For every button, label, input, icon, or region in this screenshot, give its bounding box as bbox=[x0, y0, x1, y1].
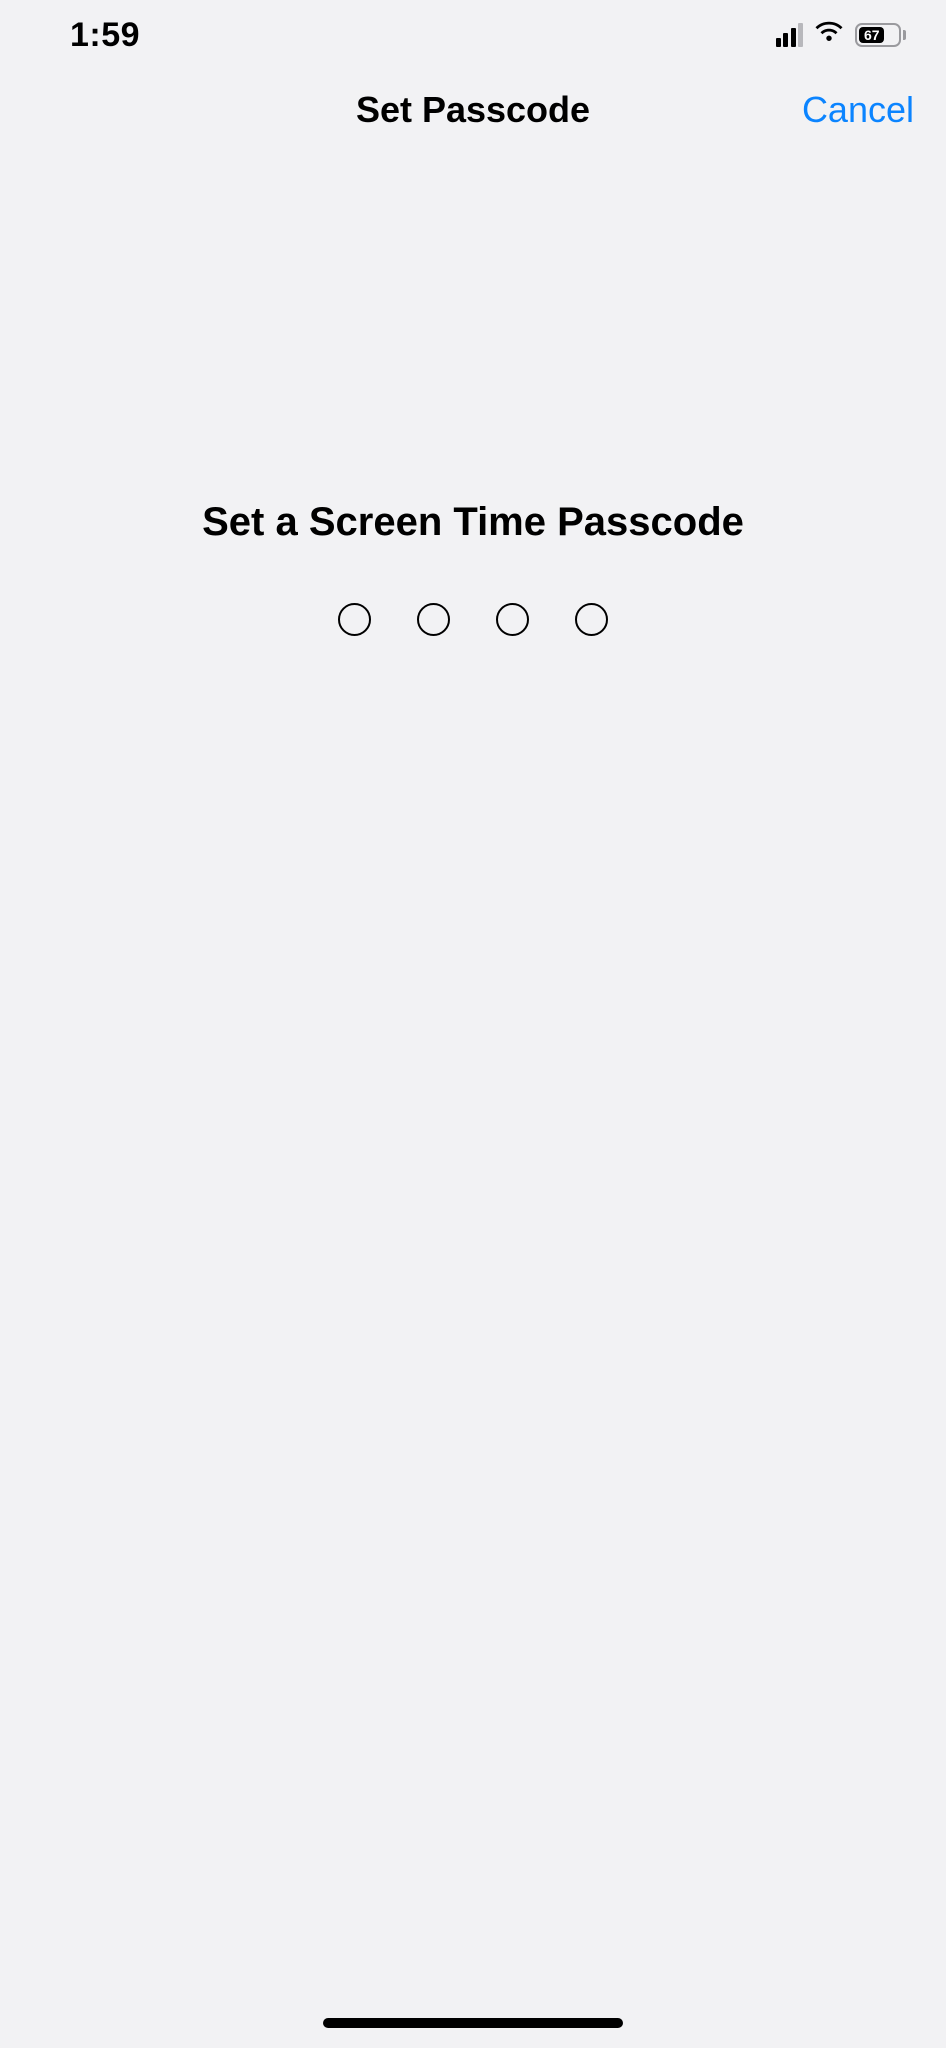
status-time: 1:59 bbox=[70, 16, 140, 55]
passcode-dot-4 bbox=[575, 603, 608, 636]
content-area: Set a Screen Time Passcode bbox=[0, 150, 946, 636]
cancel-button[interactable]: Cancel bbox=[802, 89, 914, 131]
home-indicator[interactable] bbox=[323, 2018, 623, 2028]
battery-level: 67 bbox=[864, 27, 880, 43]
navigation-bar: Set Passcode Cancel bbox=[0, 70, 946, 150]
passcode-dot-2 bbox=[417, 603, 450, 636]
cellular-icon bbox=[776, 23, 804, 47]
status-icons: 67 bbox=[776, 21, 907, 50]
passcode-dot-1 bbox=[338, 603, 371, 636]
page-title: Set Passcode bbox=[356, 89, 590, 131]
passcode-prompt: Set a Screen Time Passcode bbox=[202, 500, 744, 545]
passcode-dot-3 bbox=[496, 603, 529, 636]
status-bar: 1:59 67 bbox=[0, 0, 946, 70]
passcode-dots bbox=[338, 603, 608, 636]
wifi-icon bbox=[813, 21, 845, 50]
battery-icon: 67 bbox=[855, 23, 906, 47]
